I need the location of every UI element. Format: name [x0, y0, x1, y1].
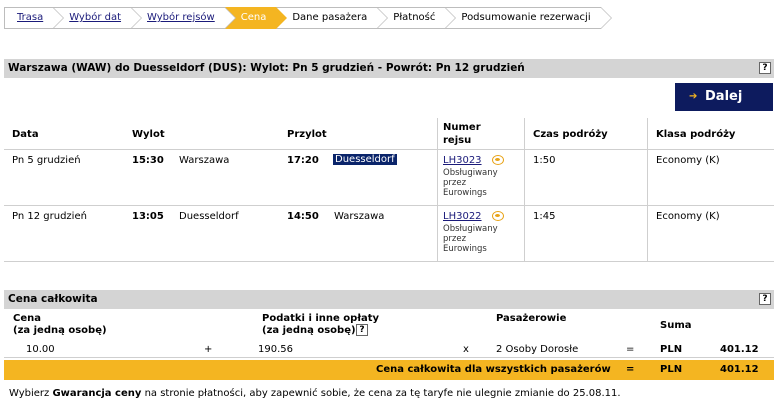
price-col-sublabel: (za jedną osobę)	[13, 325, 107, 336]
step-dane-pasazera: Dane pasażera	[276, 7, 389, 29]
col-flight-no-2: rejsu	[443, 135, 472, 146]
operator-name: Eurowings	[443, 244, 487, 254]
col-class: Klasa podróży	[656, 129, 736, 140]
fare-class: Economy (K)	[656, 211, 720, 222]
flight-number-link[interactable]: LH3023	[443, 155, 482, 166]
route-header: Warszawa (WAW) do Duesseldorf (DUS): Wyl…	[8, 62, 525, 74]
arr-time: 14:50	[287, 211, 319, 222]
price-guarantee-note: Wybierz Gwarancja ceny na stronie płatno…	[9, 388, 621, 399]
help-icon[interactable]: ?	[759, 62, 771, 74]
step-wybor-rejsow[interactable]: Wybór rejsów	[131, 7, 236, 29]
lufthansa-logo-icon	[492, 155, 504, 165]
total-row: Cena całkowita dla wszystkich pasażerów …	[4, 360, 774, 380]
operated-by-2: przez	[443, 234, 467, 244]
breadcrumb: Trasa Wybór dat Wybór rejsów Cena Dane p…	[4, 7, 612, 29]
arr-city: Duesseldorf	[333, 154, 397, 165]
note-text-2: na stronie płatności, aby zapewnić sobie…	[141, 388, 621, 399]
sum-col-label: Suma	[660, 320, 692, 331]
step-label: Płatność	[393, 12, 436, 23]
dep-city: Duesseldorf	[179, 211, 239, 222]
dep-time: 15:30	[132, 155, 164, 166]
flight-number-link[interactable]: LH3022	[443, 211, 482, 222]
total-currency: PLN	[660, 364, 683, 375]
divider	[647, 118, 648, 262]
operated-by: Obsługiwany	[443, 168, 498, 178]
flight-date: Pn 12 grudzień	[12, 211, 87, 222]
help-icon[interactable]: ?	[356, 324, 368, 336]
route-header-bar: Warszawa (WAW) do Duesseldorf (DUS): Wyl…	[4, 59, 774, 78]
next-button-label: Dalej	[705, 89, 743, 104]
arr-city: Warszawa	[334, 211, 385, 222]
step-label: Podsumowanie rezerwacji	[461, 12, 591, 23]
help-icon[interactable]: ?	[759, 293, 771, 305]
flights-table-header: Data Wylot Przylot Numer rejsu Czas podr…	[4, 118, 774, 150]
taxes-value: 190.56	[258, 344, 293, 355]
plus-sign: +	[204, 344, 213, 355]
equals-sign: =	[626, 344, 635, 355]
lufthansa-logo-icon	[492, 211, 504, 221]
price-row: 10.00 + 190.56 x 2 Osoby Dorosłe = PLN 4…	[4, 341, 774, 358]
flight-duration: 1:45	[533, 211, 556, 222]
step-label: Cena	[240, 12, 267, 23]
divider	[524, 118, 525, 262]
price-header: Cena całkowita	[8, 293, 98, 305]
operator-name: Eurowings	[443, 188, 487, 198]
flight-row-return: Pn 12 grudzień 13:05 Duesseldorf 14:50 W…	[4, 206, 774, 262]
step-label[interactable]: Trasa	[17, 12, 43, 23]
arrow-right-icon: ➔	[689, 91, 698, 102]
total-sum: 401.12	[720, 364, 759, 375]
note-text-1: Wybierz	[9, 388, 53, 399]
note-bold: Gwarancja ceny	[52, 388, 142, 399]
col-flight-no: Numer	[443, 122, 481, 133]
step-label[interactable]: Wybór dat	[69, 12, 121, 23]
col-date: Data	[12, 129, 39, 140]
flight-duration: 1:50	[533, 155, 556, 166]
col-departure: Wylot	[132, 129, 165, 140]
currency: PLN	[660, 344, 683, 355]
step-label: Dane pasażera	[292, 12, 368, 23]
arr-time: 17:20	[287, 155, 319, 166]
step-trasa[interactable]: Trasa	[4, 7, 65, 29]
price-col-label: Cena	[13, 313, 41, 324]
fare-class: Economy (K)	[656, 155, 720, 166]
total-equals-sign: =	[626, 364, 635, 375]
flight-date: Pn 5 grudzień	[12, 155, 81, 166]
step-podsumowanie: Podsumowanie rezerwacji	[445, 7, 612, 29]
passengers-col-label: Pasażerowie	[496, 313, 567, 324]
dep-time: 13:05	[132, 211, 164, 222]
col-duration: Czas podróży	[533, 129, 608, 140]
operated-by: Obsługiwany	[443, 224, 498, 234]
price-header-bar: Cena całkowita ?	[4, 290, 774, 309]
operated-by-2: przez	[443, 178, 467, 188]
step-label[interactable]: Wybór rejsów	[147, 12, 215, 23]
taxes-col-sublabel: (za jedną osobę)	[262, 325, 356, 336]
col-arrival: Przylot	[287, 129, 327, 140]
next-button[interactable]: ➔ Dalej	[675, 83, 773, 111]
total-label: Cena całkowita dla wszystkich pasażerów	[376, 364, 611, 375]
flight-row-outbound: Pn 5 grudzień 15:30 Warszawa 17:20 Duess…	[4, 150, 774, 206]
passenger-count: 2 Osoby Dorosłe	[496, 344, 579, 355]
step-wybor-dat[interactable]: Wybór dat	[53, 7, 143, 29]
dep-city: Warszawa	[179, 155, 230, 166]
sum-value: 401.12	[720, 344, 759, 355]
fare-value: 10.00	[26, 344, 55, 355]
times-sign: x	[463, 344, 469, 355]
divider	[437, 118, 438, 262]
